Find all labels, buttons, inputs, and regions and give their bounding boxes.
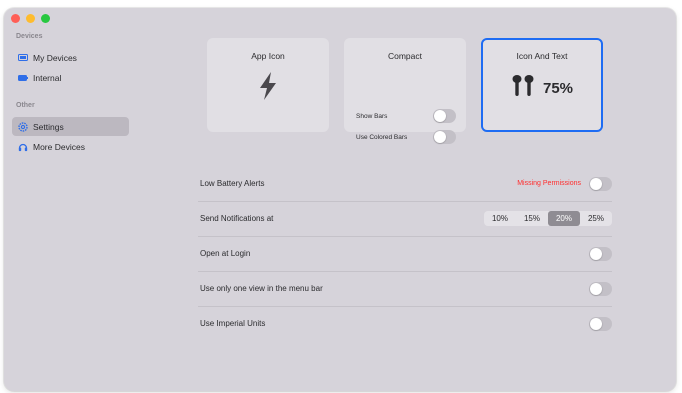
sidebar-section-devices-title: Devices [16, 33, 43, 40]
gear-icon [18, 121, 32, 132]
style-card-app-icon[interactable]: App Icon [207, 38, 329, 132]
sidebar-item-my-devices[interactable]: My Devices [12, 48, 129, 67]
open-at-login-row: Open at Login [198, 236, 612, 271]
show-bars-toggle[interactable] [433, 109, 456, 123]
colored-bars-row: Use Colored Bars [356, 129, 456, 145]
lightning-bolt-icon [258, 72, 278, 105]
one-view-row: Use only one view in the menu bar [198, 271, 612, 306]
battery-percentage: 75% [543, 80, 574, 97]
missing-permissions-warning[interactable]: Missing Permissions [517, 180, 581, 187]
threshold-option-25[interactable]: 25% [580, 211, 612, 226]
toggle-knob [434, 131, 446, 143]
sidebar-item-label: Settings [33, 121, 64, 132]
sidebar-section-other-title: Other [16, 102, 35, 109]
open-at-login-label: Open at Login [200, 249, 251, 258]
sidebar-item-internal[interactable]: Internal [12, 68, 129, 87]
app-window: Devices My Devices Internal Other Settin… [4, 8, 676, 391]
threshold-option-10[interactable]: 10% [484, 211, 516, 226]
sidebar-item-label: More Devices [33, 141, 85, 152]
imperial-units-toggle[interactable] [589, 316, 612, 331]
imperial-units-row: Use Imperial Units [198, 306, 612, 341]
card-title: Compact [387, 51, 422, 61]
sidebar-item-label: Internal [33, 72, 62, 83]
low-battery-alerts-label: Low Battery Alerts [200, 179, 265, 188]
one-view-label: Use only one view in the menu bar [200, 284, 323, 293]
toggle-knob [590, 247, 602, 260]
show-bars-label: Show Bars [356, 112, 388, 120]
toggle-knob [590, 317, 602, 330]
sidebar: Devices My Devices Internal Other Settin… [4, 8, 138, 391]
colored-bars-label: Use Colored Bars [356, 133, 408, 141]
threshold-option-15[interactable]: 15% [516, 211, 548, 226]
card-title: Icon And Text [516, 51, 568, 61]
toggle-knob [434, 110, 446, 122]
style-card-compact[interactable]: Compact Show Bars Use Colored Bars [344, 38, 466, 144]
toggle-knob [590, 282, 602, 295]
display-icon [18, 53, 32, 62]
notification-threshold-selector: 10% 15% 20% 25% [484, 211, 612, 226]
airpods-icon [511, 74, 535, 103]
show-bars-row: Show Bars [356, 108, 456, 124]
toggle-knob [590, 177, 602, 190]
style-card-icon-and-text[interactable]: Icon And Text 75% [481, 38, 603, 132]
threshold-option-20[interactable]: 20% [548, 211, 580, 226]
one-view-toggle[interactable] [589, 281, 612, 296]
battery-icon [18, 74, 32, 81]
sidebar-item-more-devices[interactable]: More Devices [12, 137, 129, 156]
imperial-units-label: Use Imperial Units [200, 319, 266, 328]
sidebar-item-settings[interactable]: Settings [12, 117, 129, 136]
sidebar-item-label: My Devices [33, 52, 77, 63]
low-battery-alerts-row: Low Battery Alerts Missing Permissions [198, 166, 612, 201]
low-battery-alerts-toggle[interactable] [589, 176, 612, 191]
headphones-icon [18, 142, 32, 152]
send-notifications-row: Send Notifications at 10% 15% 20% 25% [198, 201, 612, 236]
send-notifications-label: Send Notifications at [200, 214, 274, 223]
card-title: App Icon [251, 51, 285, 61]
open-at-login-toggle[interactable] [589, 246, 612, 261]
icon-text-preview: 75% [511, 74, 573, 103]
colored-bars-toggle[interactable] [433, 130, 456, 144]
